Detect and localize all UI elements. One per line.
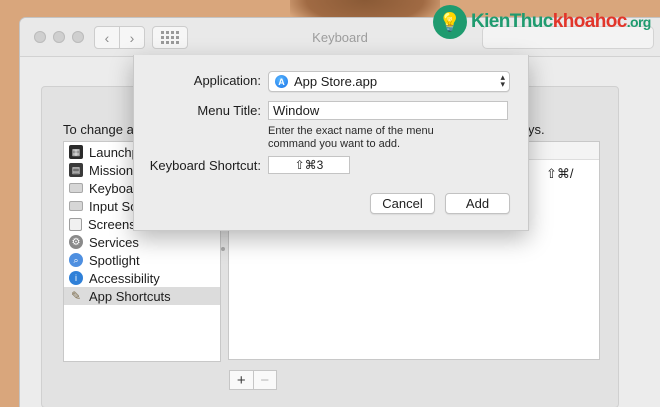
add-shortcut-button[interactable]: + xyxy=(230,371,254,389)
launchpad-icon: ▦ xyxy=(69,145,83,159)
category-label: Launchp xyxy=(89,144,139,160)
app-store-icon: A xyxy=(275,75,288,88)
application-select[interactable]: A App Store.app ▴ ▾ xyxy=(268,71,510,92)
category-label: Services xyxy=(89,234,139,250)
category-label: Input So xyxy=(89,198,138,214)
category-label: Keyboar xyxy=(89,180,138,196)
watermark-logo: 💡 KienThuckhoahoc.org xyxy=(433,2,660,42)
category-item-services[interactable]: ⚙ Services xyxy=(64,233,220,251)
remove-shortcut-button[interactable]: − xyxy=(254,371,277,389)
keyboard-shortcut-field[interactable]: ⇧⌘3 xyxy=(268,156,350,174)
shortcut-key-combo[interactable]: ⇧⌘/ xyxy=(546,166,574,182)
category-item-accessibility[interactable]: i Accessibility xyxy=(64,269,220,287)
category-item-spotlight[interactable]: ⌕ Spotlight xyxy=(64,251,220,269)
watermark-text: KienThuckhoahoc.org xyxy=(471,11,651,33)
watermark-prefix: Kien xyxy=(471,11,510,32)
cancel-button[interactable]: Cancel xyxy=(370,193,435,214)
screenshots-icon xyxy=(69,217,82,231)
input-sources-icon xyxy=(69,201,83,211)
keyboard-shortcut-label: Keyboard Shortcut: xyxy=(149,158,261,173)
category-label: Mission xyxy=(89,162,134,178)
splitter-handle[interactable] xyxy=(221,247,225,251)
menu-title-field[interactable]: Window xyxy=(268,101,508,120)
category-label: Accessibility xyxy=(89,270,160,286)
spotlight-icon: ⌕ xyxy=(69,253,83,267)
instruction-text-end: ys. xyxy=(528,122,545,137)
category-label: App Shortcuts xyxy=(89,288,171,304)
lightbulb-icon: 💡 xyxy=(433,5,467,39)
keyboard-icon xyxy=(69,183,83,193)
app-shortcuts-icon: ✎ xyxy=(70,289,82,303)
category-label: Spotlight xyxy=(89,252,140,268)
add-button[interactable]: Add xyxy=(445,193,510,214)
category-label: Screens xyxy=(88,216,136,232)
category-item-app-shortcuts[interactable]: ✎ App Shortcuts xyxy=(64,287,220,305)
add-shortcut-sheet: Application: A App Store.app ▴ ▾ Menu Tit… xyxy=(133,55,529,231)
chevron-updown-icon: ▴ ▾ xyxy=(500,72,505,89)
menu-title-label: Menu Title: xyxy=(197,103,261,118)
watermark-suffix: .org xyxy=(626,14,652,30)
watermark-red-word: khoahoc xyxy=(552,11,628,32)
accessibility-icon: i xyxy=(69,271,83,285)
instruction-text: To change a xyxy=(63,122,134,137)
gear-icon: ⚙ xyxy=(69,235,83,249)
menu-title-hint: Enter the exact name of the menu command… xyxy=(268,125,434,150)
application-value: App Store.app xyxy=(294,74,378,89)
watermark-word: Thuc xyxy=(509,11,554,32)
application-label: Application: xyxy=(193,73,261,88)
add-remove-control: + − xyxy=(229,370,277,390)
mission-control-icon: ▤ xyxy=(69,163,83,177)
